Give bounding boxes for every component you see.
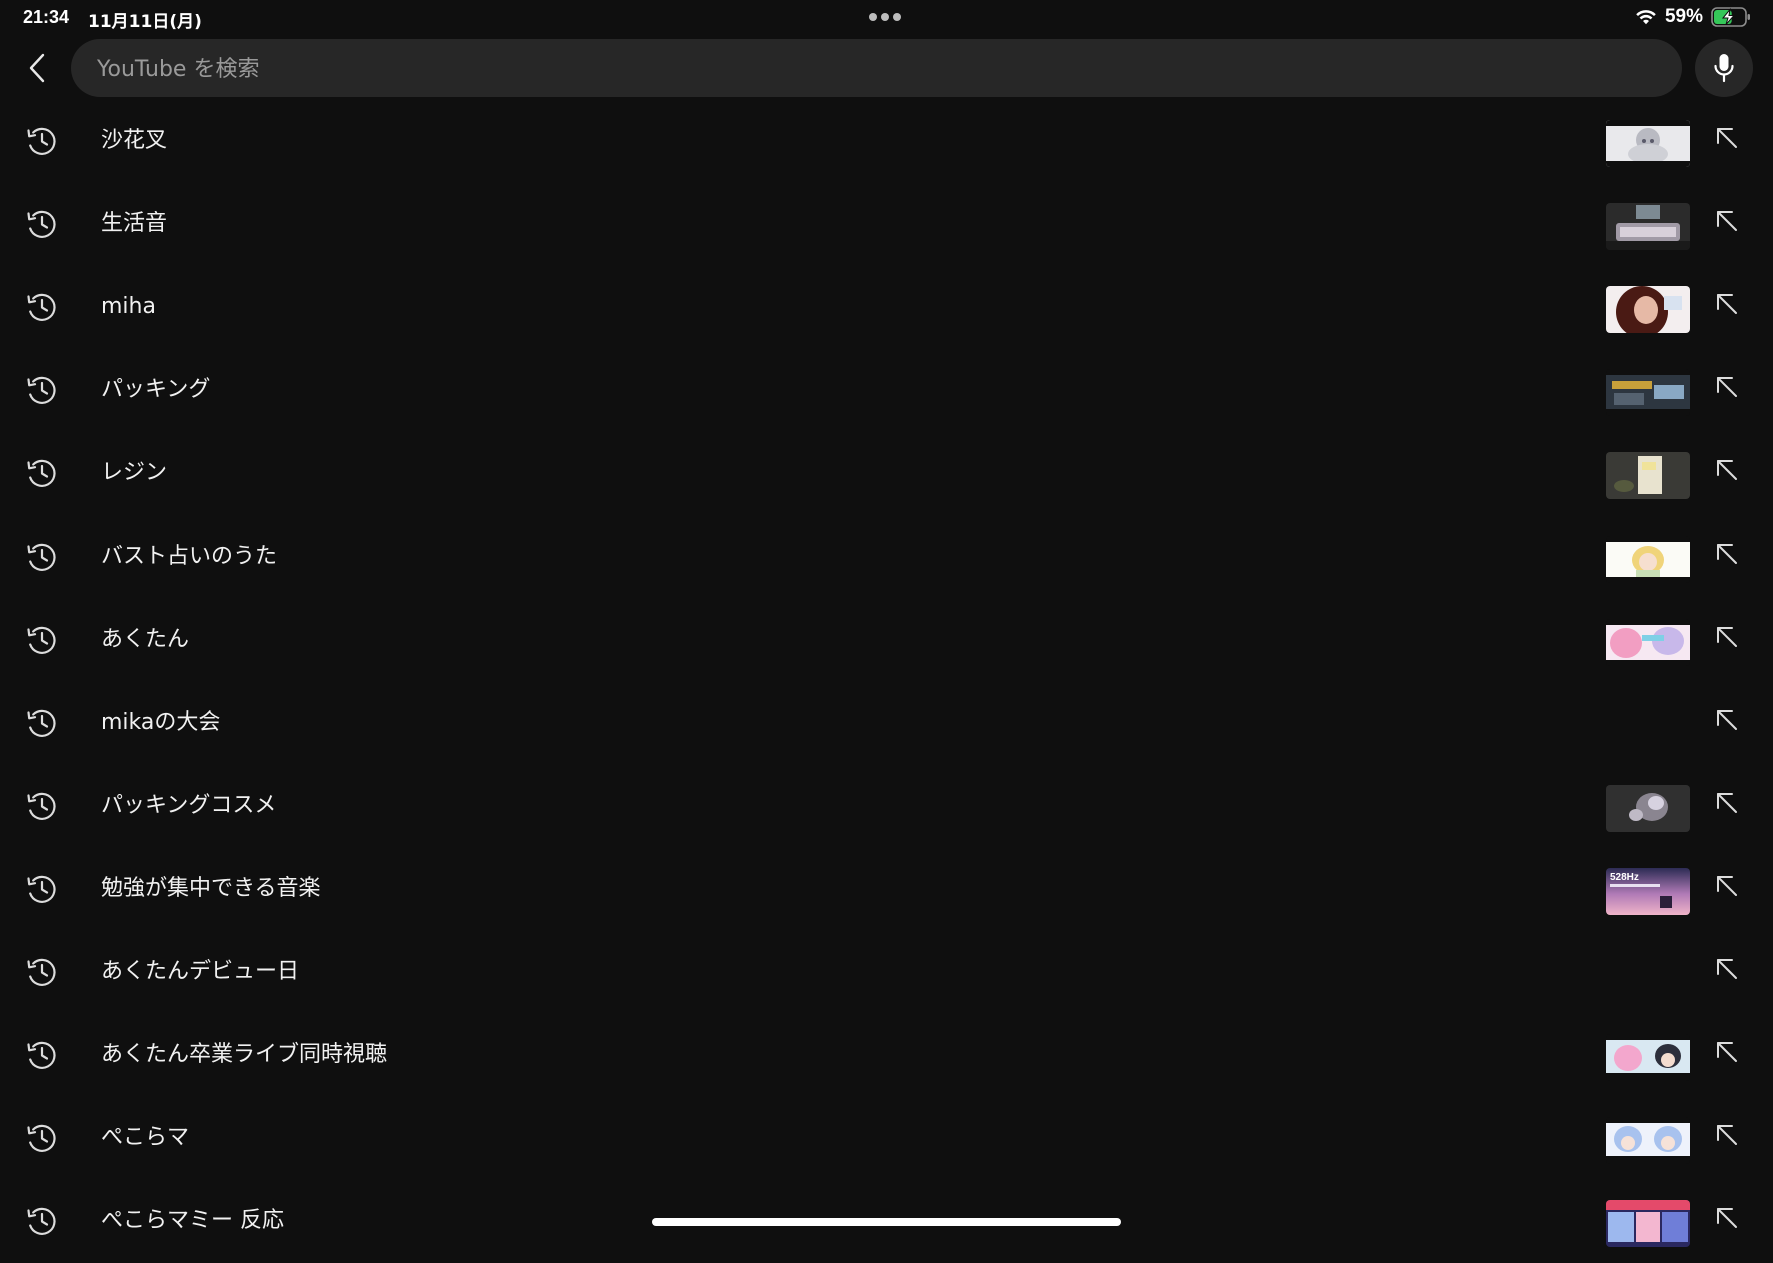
history-clock-icon <box>25 124 59 158</box>
suggestion-row[interactable]: あくたん <box>0 599 1773 682</box>
history-clock-icon <box>25 290 59 324</box>
arrow-up-left-icon[interactable] <box>1714 624 1740 650</box>
suggestion-thumbnail: 528Hz <box>1606 867 1690 915</box>
arrow-up-left-icon[interactable] <box>1714 1122 1740 1148</box>
suggestion-thumbnail <box>1606 618 1690 666</box>
history-clock-icon <box>25 1038 59 1072</box>
battery-percent: 59% <box>1664 6 1703 27</box>
suggestion-thumbnail <box>1606 286 1690 334</box>
search-bar[interactable] <box>71 39 1682 99</box>
status-time: 21:34 <box>23 7 70 27</box>
suggestion-query: あくたん卒業ライブ同時視聴 <box>101 1042 388 1068</box>
suggestion-row[interactable]: あくたんデビュー日 <box>0 931 1773 1014</box>
arrow-up-left-icon[interactable] <box>1714 541 1740 567</box>
history-clock-icon <box>25 955 59 989</box>
suggestion-thumbnail <box>1606 203 1690 251</box>
suggestion-query: バスト占いのうた <box>101 543 278 569</box>
chevron-left-icon <box>29 53 45 83</box>
history-clock-icon <box>25 623 59 657</box>
suggestion-query: mikaの大会 <box>101 709 221 735</box>
search-history-list: 沙花叉 生活音 miha パッキング レジン バスト占いのうた あくたん mik… <box>0 100 1773 1248</box>
suggestion-query: miha <box>101 294 156 320</box>
status-date: 11月11日(月) <box>88 12 202 32</box>
suggestion-row[interactable]: ぺこらマ <box>0 1097 1773 1180</box>
arrow-up-left-icon[interactable] <box>1714 457 1740 483</box>
wifi-icon <box>1635 9 1657 25</box>
arrow-up-left-icon[interactable] <box>1714 956 1740 982</box>
history-clock-icon <box>25 456 59 490</box>
history-clock-icon <box>25 706 59 740</box>
suggestion-thumbnail <box>1606 784 1690 832</box>
home-indicator[interactable] <box>652 1218 1121 1226</box>
suggestion-row[interactable]: レジン <box>0 432 1773 515</box>
suggestion-row[interactable]: バスト占いのうた <box>0 516 1773 599</box>
arrow-up-left-icon[interactable] <box>1714 707 1740 733</box>
suggestion-query: あくたん <box>101 626 190 652</box>
suggestion-thumbnail <box>1606 1117 1690 1165</box>
suggestion-thumbnail <box>1606 369 1690 417</box>
suggestion-query: パッキング <box>101 377 211 403</box>
suggestion-row[interactable]: パッキング <box>0 349 1773 432</box>
suggestion-row[interactable]: あくたん卒業ライブ同時視聴 <box>0 1014 1773 1097</box>
arrow-up-left-icon[interactable] <box>1714 1039 1740 1065</box>
svg-text:528Hz: 528Hz <box>1610 872 1639 883</box>
microphone-icon <box>1714 54 1734 83</box>
history-clock-icon <box>25 373 59 407</box>
arrow-up-left-icon[interactable] <box>1714 1205 1740 1231</box>
arrow-up-left-icon[interactable] <box>1714 873 1740 899</box>
suggestion-query: 生活音 <box>101 211 168 237</box>
suggestion-query: パッキングコスメ <box>101 792 277 818</box>
suggestion-query: レジン <box>101 460 168 486</box>
suggestion-query: 勉強が集中できる音楽 <box>101 875 321 901</box>
battery-charging-icon <box>1711 7 1751 27</box>
arrow-up-left-icon[interactable] <box>1714 790 1740 816</box>
suggestion-thumbnail <box>1606 1034 1690 1082</box>
history-clock-icon <box>25 540 59 574</box>
history-clock-icon <box>25 872 59 906</box>
suggestion-query: あくたんデビュー日 <box>101 959 300 984</box>
arrow-up-left-icon[interactable] <box>1714 374 1740 400</box>
arrow-up-left-icon[interactable] <box>1714 291 1740 317</box>
suggestion-row[interactable]: miha <box>0 266 1773 349</box>
suggestion-query: ぺこらマ <box>101 1125 190 1151</box>
more-dots-icon[interactable] <box>869 13 901 21</box>
suggestion-query: ぺこらマミー 反応 <box>101 1208 284 1234</box>
suggestion-row[interactable]: 沙花叉 <box>0 100 1773 183</box>
suggestion-thumbnail <box>1606 452 1690 500</box>
history-clock-icon <box>25 1121 59 1155</box>
suggestion-thumbnail <box>1606 120 1690 167</box>
voice-search-button[interactable] <box>1695 39 1753 97</box>
suggestion-thumbnail <box>1606 1200 1690 1248</box>
suggestion-thumbnail <box>1606 535 1690 583</box>
history-clock-icon <box>25 1204 59 1238</box>
status-bar: 21:34 11月11日(月) 59% <box>0 0 1773 36</box>
suggestion-row[interactable]: パッキングコスメ <box>0 765 1773 848</box>
suggestion-row[interactable]: 生活音 <box>0 183 1773 266</box>
arrow-up-left-icon[interactable] <box>1714 208 1740 234</box>
suggestion-row[interactable]: 勉強が集中できる音楽 528Hz <box>0 848 1773 931</box>
status-indicators: 59% <box>1635 6 1751 28</box>
history-clock-icon <box>25 207 59 241</box>
search-input[interactable] <box>95 39 1659 99</box>
history-clock-icon <box>25 789 59 823</box>
arrow-up-left-icon[interactable] <box>1714 125 1740 151</box>
back-button[interactable] <box>22 50 52 86</box>
suggestion-row[interactable]: mikaの大会 <box>0 682 1773 765</box>
suggestion-query: 沙花叉 <box>101 128 168 153</box>
